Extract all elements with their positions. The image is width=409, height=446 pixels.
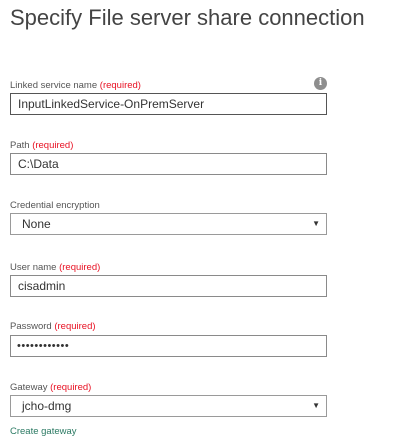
- create-gateway-link[interactable]: Create gateway: [10, 426, 77, 437]
- credential-encryption-label: Credential encryption: [10, 200, 100, 211]
- linked-service-label: Linked service name (required): [10, 80, 141, 91]
- path-field: Path (required) C:\Data: [10, 139, 327, 175]
- user-name-label: User name (required): [10, 262, 101, 273]
- credential-encryption-select[interactable]: None ▼: [10, 213, 327, 235]
- page-title: Specify File server share connection: [10, 5, 365, 30]
- password-label: Password (required): [10, 321, 96, 332]
- password-field: Password (required) ••••••••••••: [10, 320, 327, 357]
- user-name-field: User name (required) cisadmin: [10, 261, 327, 297]
- credential-encryption-value: None: [22, 217, 51, 231]
- required-marker: (required): [99, 80, 141, 91]
- chevron-down-icon: ▼: [312, 219, 320, 228]
- file-server-connection-panel: Specify File server share connection Lin…: [0, 0, 409, 446]
- gateway-label: Gateway (required): [10, 382, 92, 393]
- password-input[interactable]: ••••••••••••: [10, 335, 327, 357]
- chevron-down-icon: ▼: [312, 401, 320, 410]
- info-icon[interactable]: i: [314, 77, 327, 90]
- path-label: Path (required): [10, 140, 74, 151]
- required-marker: (required): [54, 321, 96, 332]
- gateway-select[interactable]: jcho-dmg ▼: [10, 395, 327, 417]
- path-input[interactable]: C:\Data: [10, 153, 327, 175]
- required-marker: (required): [50, 382, 92, 393]
- credential-encryption-field: Credential encryption None ▼: [10, 199, 327, 235]
- linked-service-field: Linked service name (required) i InputLi…: [10, 77, 327, 115]
- gateway-field: Gateway (required) jcho-dmg ▼: [10, 381, 327, 417]
- linked-service-input[interactable]: InputLinkedService-OnPremServer: [10, 93, 327, 115]
- required-marker: (required): [32, 140, 74, 151]
- required-marker: (required): [59, 262, 101, 273]
- user-name-input[interactable]: cisadmin: [10, 275, 327, 297]
- gateway-value: jcho-dmg: [22, 399, 72, 413]
